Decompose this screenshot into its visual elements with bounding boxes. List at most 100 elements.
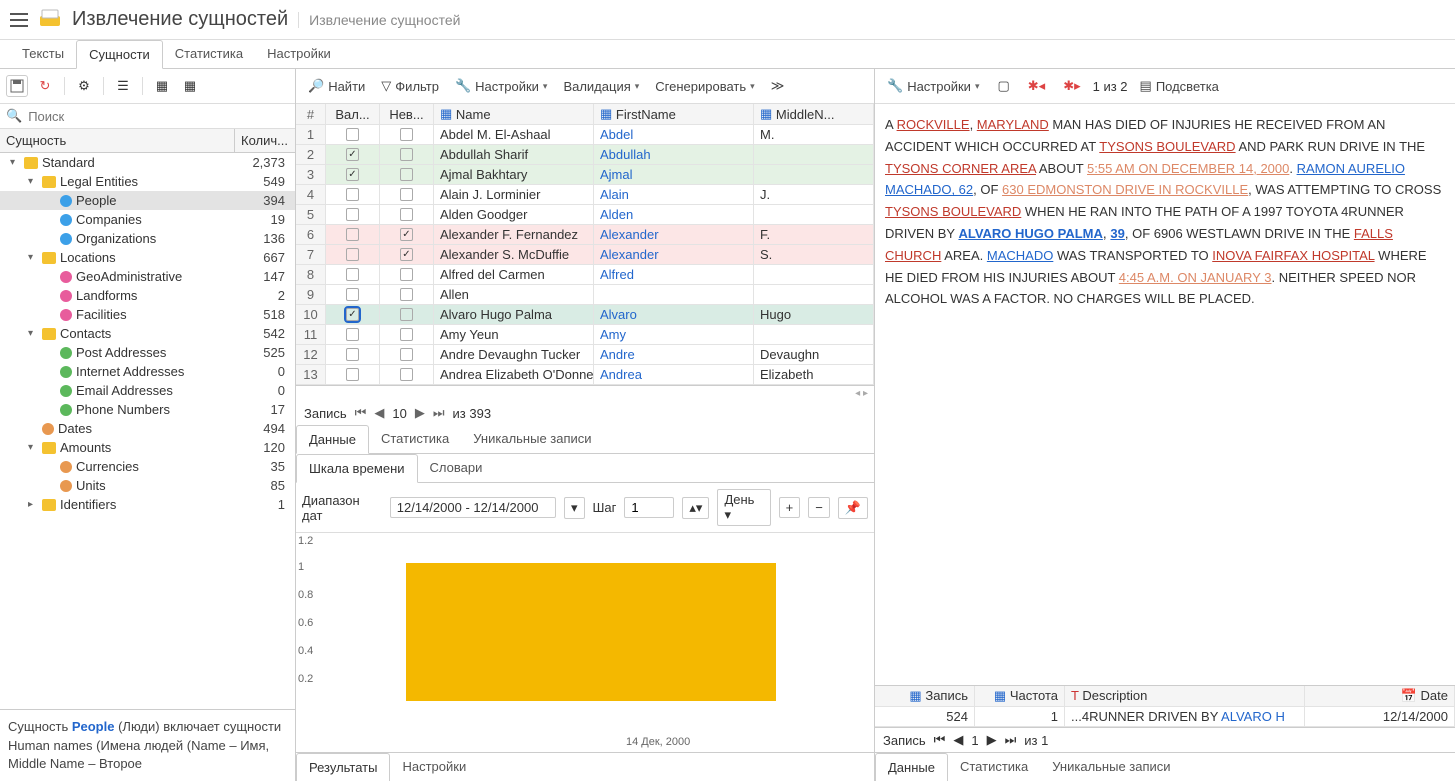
- pager-prev[interactable]: ◀: [374, 405, 384, 421]
- plus-button[interactable]: +: [779, 497, 801, 518]
- tree-item-identifiers[interactable]: ▸Identifiers1: [0, 495, 295, 514]
- range-label: Диапазон дат: [302, 493, 382, 523]
- tab-texts[interactable]: Тексты: [10, 40, 76, 68]
- grid-row[interactable]: 6✓Alexander F. FernandezAlexanderF.: [296, 225, 874, 245]
- facts-col-date[interactable]: 📅 Date: [1305, 686, 1455, 706]
- grid-row[interactable]: 9Allen: [296, 285, 874, 305]
- restab-results[interactable]: Результаты: [296, 753, 390, 781]
- main-tabs: Тексты Сущности Статистика Настройки: [0, 40, 1455, 69]
- tree-item-contacts[interactable]: ▾Contacts542: [0, 324, 295, 343]
- grid-button-1[interactable]: ▦: [151, 75, 173, 97]
- pin-button[interactable]: 📌: [838, 497, 868, 519]
- rsubtab-unique[interactable]: Уникальные записи: [1040, 753, 1182, 781]
- tltab-dicts[interactable]: Словари: [418, 454, 495, 482]
- settings-button[interactable]: 🔧Настройки▾: [449, 75, 553, 97]
- tree-item-landforms[interactable]: Landforms2: [0, 286, 295, 305]
- generate-button[interactable]: Сгенерировать▾: [649, 76, 760, 97]
- nav-prev-button[interactable]: ✱◂: [1022, 75, 1051, 97]
- step-spinner[interactable]: ▴▾: [682, 497, 709, 519]
- tree-item-facilities[interactable]: Facilities518: [0, 305, 295, 324]
- tree-item-phone-numbers[interactable]: Phone Numbers17: [0, 400, 295, 419]
- tab-statistics[interactable]: Статистика: [163, 40, 255, 68]
- range-dropdown[interactable]: ▾: [564, 497, 585, 519]
- menu-button[interactable]: [10, 13, 28, 27]
- tltab-timeline[interactable]: Шкала времени: [296, 454, 418, 483]
- rpager-prev[interactable]: ◀: [953, 732, 963, 748]
- pager-next[interactable]: ▶: [415, 405, 425, 421]
- rpager-next[interactable]: ▶: [987, 732, 997, 748]
- page-title: Извлечение сущностей: [72, 8, 288, 31]
- tab-settings[interactable]: Настройки: [255, 40, 343, 68]
- pager-last[interactable]: ⏭: [433, 405, 445, 421]
- subtab-data[interactable]: Данные: [296, 425, 369, 454]
- search-input[interactable]: [28, 109, 289, 124]
- export-button[interactable]: ▢: [991, 75, 1015, 97]
- grid-row[interactable]: 11Amy YeunAmy: [296, 325, 874, 345]
- grid-row[interactable]: 7✓Alexander S. McDuffieAlexanderS.: [296, 245, 874, 265]
- find-button[interactable]: 🔎Найти: [302, 75, 371, 97]
- gear-button[interactable]: ⚙: [73, 75, 95, 97]
- col-name[interactable]: ▦ Name: [434, 104, 594, 124]
- grid-row[interactable]: 13Andrea Elizabeth O'DonnelAndreaElizabe…: [296, 365, 874, 385]
- col-val[interactable]: Вал...: [326, 104, 380, 124]
- tree-item-currencies[interactable]: Currencies35: [0, 457, 295, 476]
- tree-item-internet-addresses[interactable]: Internet Addresses0: [0, 362, 295, 381]
- rpager-last[interactable]: ⏭: [1005, 732, 1017, 748]
- minus-button[interactable]: −: [808, 497, 830, 518]
- tree-item-organizations[interactable]: Organizations136: [0, 229, 295, 248]
- save-button[interactable]: [6, 75, 28, 97]
- facts-col-rec[interactable]: ▦ Запись: [875, 686, 975, 706]
- facts-col-desc[interactable]: T Description: [1065, 686, 1305, 706]
- restab-settings[interactable]: Настройки: [390, 753, 478, 781]
- right-settings-button[interactable]: 🔧Настройки▾: [881, 75, 985, 97]
- rsubtab-stats[interactable]: Статистика: [948, 753, 1040, 781]
- subtab-stats[interactable]: Статистика: [369, 425, 461, 453]
- rsubtab-data[interactable]: Данные: [875, 753, 948, 781]
- pager-first[interactable]: ⏮: [355, 405, 367, 421]
- tree-item-locations[interactable]: ▾Locations667: [0, 248, 295, 267]
- grid-button-2[interactable]: ▦: [179, 75, 201, 97]
- tree-item-legal-entities[interactable]: ▾Legal Entities549: [0, 172, 295, 191]
- more-button[interactable]: ≫: [765, 75, 791, 97]
- refresh-button[interactable]: ↻: [34, 75, 56, 97]
- tree-item-geoadministrative[interactable]: GeoAdministrative147: [0, 267, 295, 286]
- list-button[interactable]: ☰: [112, 75, 134, 97]
- subtab-unique[interactable]: Уникальные записи: [461, 425, 603, 453]
- tree-item-post-addresses[interactable]: Post Addresses525: [0, 343, 295, 362]
- tree-header-entity[interactable]: Сущность: [0, 129, 235, 152]
- grid-row[interactable]: 10✓Alvaro Hugo PalmaAlvaroHugo: [296, 305, 874, 325]
- rpager-first[interactable]: ⏮: [934, 732, 946, 748]
- grid-row[interactable]: 8Alfred del CarmenAlfred: [296, 265, 874, 285]
- tree-item-companies[interactable]: Companies19: [0, 210, 295, 229]
- highlight-button[interactable]: ▤Подсветка: [1134, 75, 1225, 97]
- tree-item-dates[interactable]: Dates494: [0, 419, 295, 438]
- facts-row[interactable]: 524 1 ...4RUNNER DRIVEN BY ALVARO H 12/1…: [875, 707, 1455, 727]
- filter-button[interactable]: ▽Фильтр: [375, 75, 445, 97]
- validation-button[interactable]: Валидация▾: [557, 76, 645, 97]
- tree-header-count[interactable]: Колич...: [235, 129, 295, 152]
- col-num[interactable]: #: [296, 104, 326, 124]
- range-input[interactable]: 12/14/2000 - 12/14/2000: [390, 497, 556, 518]
- unit-select[interactable]: День ▾: [717, 489, 770, 526]
- tree-item-amounts[interactable]: ▾Amounts120: [0, 438, 295, 457]
- tree-item-people[interactable]: People394: [0, 191, 295, 210]
- nav-next-button[interactable]: ✱▸: [1057, 75, 1086, 97]
- col-first[interactable]: ▦ FirstName: [594, 104, 754, 124]
- grid-row[interactable]: 4Alain J. LorminierAlainJ.: [296, 185, 874, 205]
- grid-row[interactable]: 3✓Ajmal BakhtaryAjmal: [296, 165, 874, 185]
- search-icon: 🔍: [6, 108, 22, 124]
- step-input[interactable]: [624, 497, 674, 518]
- grid-row[interactable]: 2✓Abdullah SharifAbdullah: [296, 145, 874, 165]
- grid-row[interactable]: 5Alden GoodgerAlden: [296, 205, 874, 225]
- timeline-chart: 1.2 1 0.8 0.6 0.4 0.2 14 Дек, 2000: [296, 533, 874, 752]
- tree-item-units[interactable]: Units85: [0, 476, 295, 495]
- pager-label: Запись: [304, 406, 347, 421]
- tab-entities[interactable]: Сущности: [76, 40, 163, 69]
- tree-item-standard[interactable]: ▾Standard2,373: [0, 153, 295, 172]
- tree-item-email-addresses[interactable]: Email Addresses0: [0, 381, 295, 400]
- col-nev[interactable]: Нев...: [380, 104, 434, 124]
- col-mid[interactable]: ▦ MiddleN...: [754, 104, 874, 124]
- grid-row[interactable]: 12Andre Devaughn TuckerAndreDevaughn: [296, 345, 874, 365]
- facts-col-freq[interactable]: ▦ Частота: [975, 686, 1065, 706]
- grid-row[interactable]: 1Abdel M. El-AshaalAbdelM.: [296, 125, 874, 145]
